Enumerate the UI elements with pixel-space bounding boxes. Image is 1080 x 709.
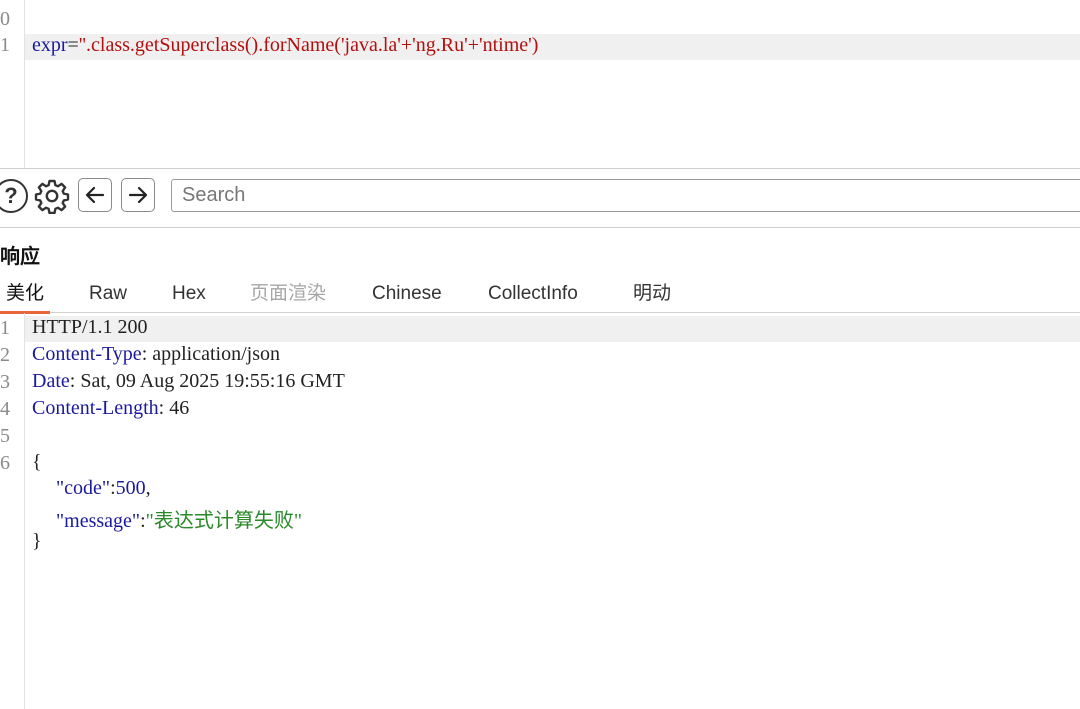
search-input[interactable] <box>171 179 1080 212</box>
json-close-brace: } <box>32 530 42 552</box>
header-value: application/json <box>152 343 281 365</box>
current-line-highlight <box>25 316 1080 342</box>
tab-collectinfo[interactable]: CollectInfo <box>488 280 578 311</box>
header-value: Sat, 09 Aug 2025 19:55:16 GMT <box>80 370 345 392</box>
arrow-right-icon <box>128 186 148 204</box>
header-line: Content-Length: 46 <box>32 397 190 419</box>
arrow-left-icon <box>85 186 105 204</box>
tab-raw[interactable]: Raw <box>89 280 127 311</box>
line-number: 6 <box>0 452 10 474</box>
header-value: 46 <box>169 397 190 419</box>
json-number-value: 500 <box>115 477 146 499</box>
request-editor[interactable]: 0 1 expr=''.class.getSuperclass().forNam… <box>0 0 1080 168</box>
gear-icon[interactable] <box>34 178 70 214</box>
tab-mingdong[interactable]: 明动 <box>633 280 671 311</box>
back-button[interactable] <box>78 178 112 212</box>
line-number: 1 <box>0 34 10 56</box>
tab-hex[interactable]: Hex <box>172 280 206 311</box>
param-equals: = <box>67 34 79 56</box>
line-number: 2 <box>0 344 10 366</box>
line-number: 3 <box>0 371 10 393</box>
header-name: Date <box>32 370 70 392</box>
header-line: Content-Type: application/json <box>32 343 281 365</box>
tab-render[interactable]: 页面渲染 <box>250 280 326 311</box>
header-line: Date: Sat, 09 Aug 2025 19:55:16 GMT <box>32 370 345 392</box>
help-icon[interactable]: ? <box>0 179 28 213</box>
line-number: 5 <box>0 425 10 447</box>
search-toolbar: ? <box>0 168 1080 228</box>
response-editor[interactable]: 1 2 3 4 5 6 HTTP/1.1 200 Content-Type: a… <box>0 313 1080 709</box>
response-view-tabs: 美化 Raw Hex 页面渲染 Chinese CollectInfo 明动 <box>0 276 1080 314</box>
json-line-message: "message":"表达式计算失败" <box>56 510 302 532</box>
header-name: Content-Length <box>32 397 159 419</box>
json-key: "code" <box>56 477 111 499</box>
header-name: Content-Type <box>32 343 142 365</box>
request-body-line[interactable]: expr=''.class.getSuperclass().forName('j… <box>32 34 538 57</box>
tab-pretty[interactable]: 美化 <box>0 280 51 314</box>
line-number: 0 <box>0 8 10 30</box>
line-number: 1 <box>0 317 10 339</box>
status-line: HTTP/1.1 200 <box>32 316 148 338</box>
json-key: "message" <box>56 510 141 532</box>
json-line-code: "code":500, <box>56 477 151 499</box>
json-string-value: "表达式计算失败" <box>145 510 302 532</box>
json-open-brace: { <box>32 451 42 473</box>
line-number: 4 <box>0 398 10 420</box>
forward-button[interactable] <box>121 178 155 212</box>
param-key: expr <box>32 34 68 56</box>
tab-chinese[interactable]: Chinese <box>372 280 442 311</box>
param-value: ''.class.getSuperclass().forName('java.l… <box>78 34 539 56</box>
response-panel-title: 响应 <box>0 246 40 268</box>
